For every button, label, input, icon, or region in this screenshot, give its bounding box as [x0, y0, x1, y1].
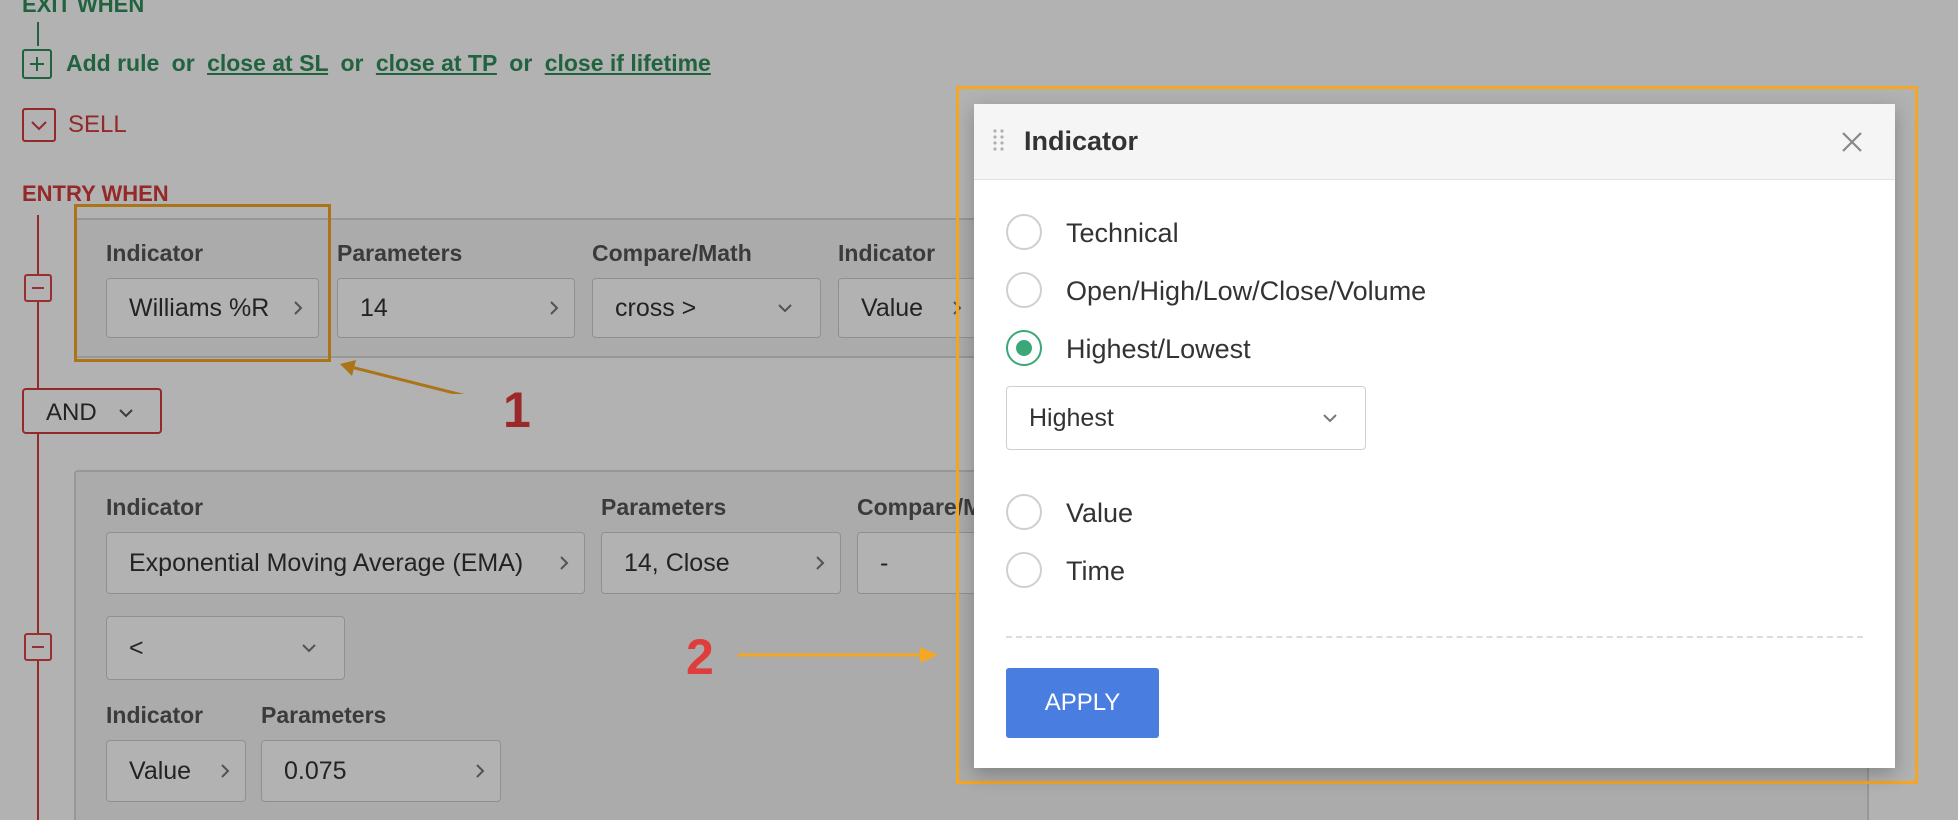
chevron-down-icon: [1323, 414, 1337, 423]
modal-header: Indicator: [974, 104, 1895, 180]
highest-lowest-select[interactable]: Highest: [1006, 386, 1366, 450]
drag-handle-icon[interactable]: [992, 128, 1006, 156]
option-ohlcv-label: Open/High/Low/Close/Volume: [1066, 276, 1427, 306]
indicator-modal: Indicator Technical Open/High/Low/Close/…: [974, 104, 1895, 768]
option-highest-lowest-label: Highest/Lowest: [1066, 334, 1251, 364]
modal-divider: [1006, 636, 1863, 638]
option-technical-label: Technical: [1066, 218, 1179, 248]
modal-title: Indicator: [1024, 126, 1139, 156]
highest-lowest-value: Highest: [1029, 403, 1114, 432]
apply-button-label: APPLY: [1044, 689, 1121, 716]
option-time-label: Time: [1066, 556, 1125, 586]
option-value-label: Value: [1066, 498, 1134, 528]
arrow-2-icon: [738, 647, 938, 663]
radio-ohlcv[interactable]: [1006, 272, 1042, 308]
radio-value[interactable]: [1006, 494, 1042, 530]
radio-technical[interactable]: [1006, 214, 1042, 250]
radio-highest-lowest[interactable]: [1006, 330, 1042, 366]
radio-time[interactable]: [1006, 552, 1042, 588]
close-icon[interactable]: [1840, 130, 1864, 154]
annotation-number-2: 2: [686, 629, 714, 685]
apply-button[interactable]: APPLY: [1006, 668, 1159, 738]
